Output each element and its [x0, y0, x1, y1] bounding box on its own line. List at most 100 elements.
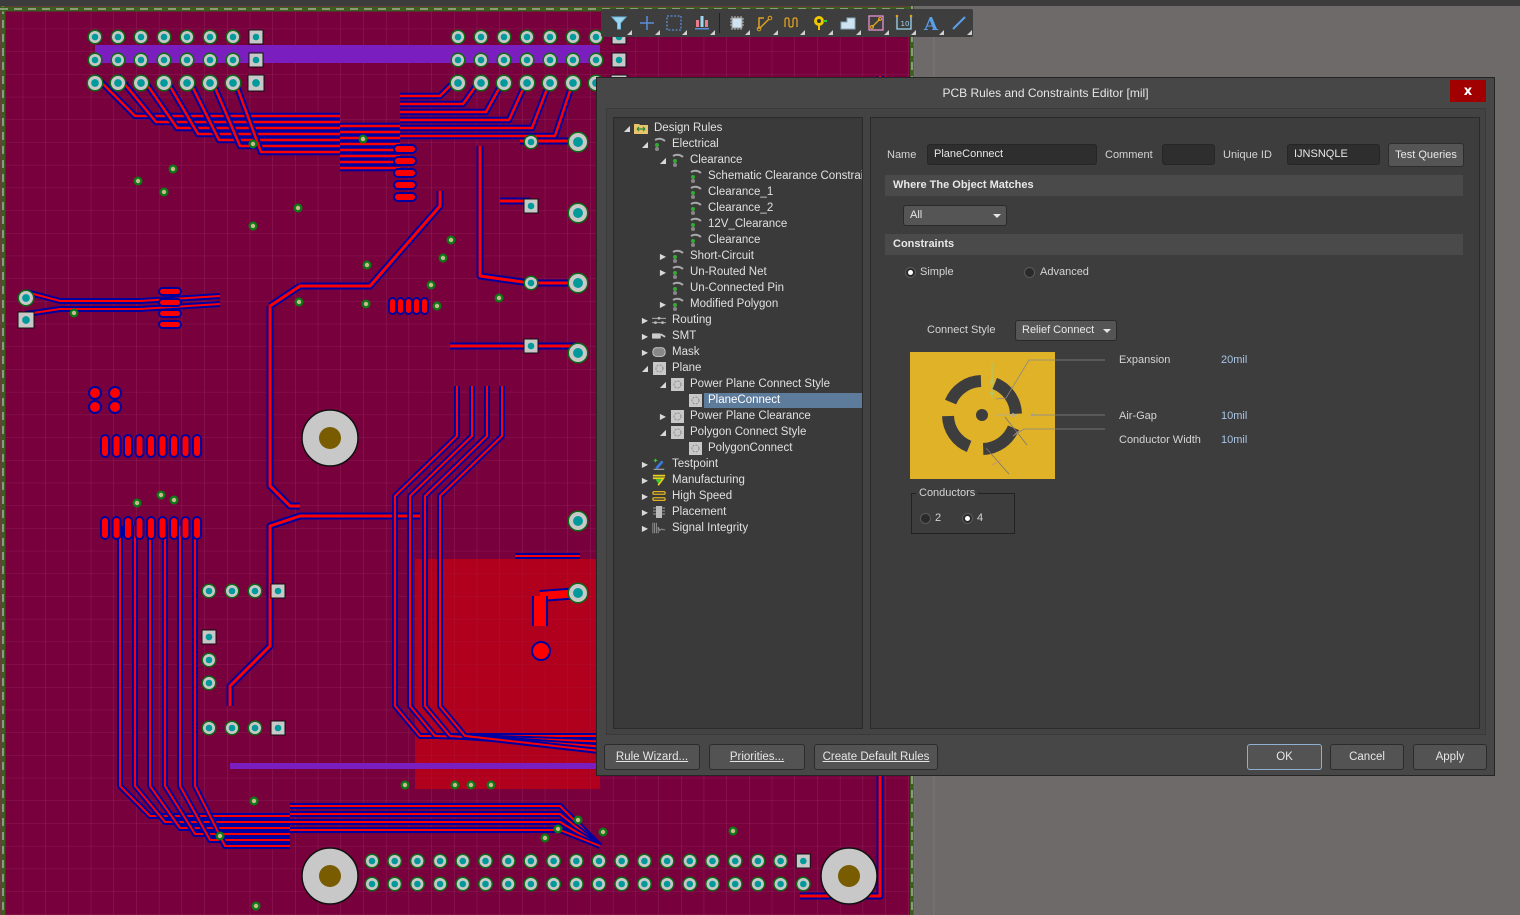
- round-pad[interactable]: [87, 52, 103, 68]
- round-pad[interactable]: [201, 583, 217, 599]
- round-pad[interactable]: [364, 876, 380, 892]
- round-pad[interactable]: [542, 52, 558, 68]
- collapse-arrow-icon[interactable]: ◢: [640, 140, 650, 149]
- via[interactable]: [400, 780, 410, 790]
- tree-item-polygonconnect[interactable]: PolygonConnect: [676, 440, 794, 456]
- tree-item-clearance[interactable]: ◢ Clearance: [658, 152, 744, 168]
- smd-pad[interactable]: [395, 182, 415, 188]
- smd-pad[interactable]: [90, 402, 100, 412]
- collapse-arrow-icon[interactable]: ◢: [640, 364, 650, 373]
- conductor-width-value[interactable]: 10mil: [1221, 434, 1247, 446]
- round-pad[interactable]: [750, 853, 766, 869]
- via[interactable]: [450, 780, 460, 790]
- square-pad[interactable]: [17, 311, 35, 329]
- round-pad[interactable]: [773, 853, 789, 869]
- square-pad[interactable]: [201, 629, 217, 645]
- round-pad[interactable]: [450, 52, 466, 68]
- round-pad[interactable]: [705, 876, 720, 892]
- round-pad[interactable]: [155, 74, 173, 92]
- round-pad[interactable]: [201, 652, 217, 668]
- via[interactable]: [294, 297, 304, 307]
- tree-item-short-circuit[interactable]: ▶ Short-Circuit: [658, 248, 756, 264]
- round-pad[interactable]: [567, 131, 589, 153]
- crosshair-button[interactable]: [633, 10, 661, 36]
- smd-pad[interactable]: [194, 436, 200, 456]
- round-pad[interactable]: [17, 289, 35, 307]
- collapse-arrow-icon[interactable]: ◢: [658, 380, 668, 389]
- via[interactable]: [553, 824, 563, 834]
- rules-tree[interactable]: ◢ Design Rules ◢ Electrical ◢ Clearance Schema…: [613, 117, 863, 729]
- round-pad[interactable]: [109, 74, 127, 92]
- smd-pad[interactable]: [125, 436, 131, 456]
- smd-pad[interactable]: [102, 436, 108, 456]
- expand-arrow-icon[interactable]: ▶: [640, 316, 650, 325]
- round-pad[interactable]: [432, 876, 448, 892]
- round-pad[interactable]: [564, 74, 582, 92]
- round-pad[interactable]: [201, 675, 217, 691]
- expand-arrow-icon[interactable]: ▶: [640, 332, 650, 341]
- round-pad[interactable]: [705, 853, 720, 869]
- smd-pad[interactable]: [182, 436, 189, 456]
- select-rect-button[interactable]: [661, 10, 689, 36]
- component-button[interactable]: [723, 10, 751, 36]
- via[interactable]: [728, 826, 738, 836]
- smd-pad[interactable]: [390, 299, 395, 313]
- round-pad[interactable]: [178, 74, 196, 92]
- via[interactable]: [215, 831, 225, 841]
- smd-pad[interactable]: [171, 518, 177, 538]
- round-pad[interactable]: [473, 52, 489, 68]
- round-pad[interactable]: [682, 876, 698, 892]
- tree-item-smt[interactable]: ▶ SMT: [640, 328, 698, 344]
- via[interactable]: [169, 495, 179, 505]
- round-pad[interactable]: [541, 74, 559, 92]
- comment-input[interactable]: [1162, 144, 1215, 165]
- round-pad[interactable]: [473, 29, 489, 45]
- round-pad[interactable]: [523, 134, 539, 150]
- round-pad[interactable]: [179, 29, 195, 45]
- round-pad[interactable]: [523, 275, 539, 291]
- round-pad[interactable]: [409, 876, 425, 892]
- via[interactable]: [361, 299, 371, 309]
- round-pad[interactable]: [518, 74, 536, 92]
- rule-wizard-button[interactable]: Rule Wizard...: [604, 744, 700, 770]
- round-pad[interactable]: [519, 52, 535, 68]
- smd-pad[interactable]: [406, 299, 411, 313]
- round-pad[interactable]: [495, 74, 513, 92]
- round-pad[interactable]: [636, 853, 652, 869]
- via[interactable]: [168, 164, 178, 174]
- via[interactable]: [432, 301, 442, 311]
- round-pad[interactable]: [614, 876, 630, 892]
- smd-pad[interactable]: [110, 388, 120, 398]
- via[interactable]: [540, 833, 550, 843]
- via[interactable]: [156, 490, 166, 500]
- expand-arrow-icon[interactable]: ▶: [640, 460, 650, 469]
- apply-button[interactable]: Apply: [1413, 744, 1487, 770]
- round-pad[interactable]: [201, 74, 219, 92]
- square-pad[interactable]: [523, 198, 539, 214]
- square-pad[interactable]: [248, 52, 264, 68]
- expand-arrow-icon[interactable]: ▶: [640, 476, 650, 485]
- tree-item-un-connected-pin[interactable]: Un-Connected Pin: [658, 280, 786, 296]
- tree-item-signal-integrity[interactable]: ▶ Signal Integrity: [640, 520, 750, 536]
- round-pad[interactable]: [432, 853, 448, 869]
- round-pad[interactable]: [500, 876, 516, 892]
- expand-arrow-icon[interactable]: ▶: [658, 300, 668, 309]
- polygon-button[interactable]: [834, 10, 862, 36]
- round-pad[interactable]: [225, 52, 241, 68]
- expansion-value[interactable]: 20mil: [1221, 354, 1247, 366]
- via[interactable]: [251, 901, 261, 911]
- via[interactable]: [362, 260, 372, 270]
- round-pad[interactable]: [156, 29, 172, 45]
- round-pad[interactable]: [132, 74, 150, 92]
- via[interactable]: [598, 827, 608, 837]
- round-pad[interactable]: [110, 29, 126, 45]
- smd-pad[interactable]: [398, 299, 403, 313]
- create-default-rules-button[interactable]: Create Default Rules: [814, 744, 938, 770]
- round-pad[interactable]: [727, 853, 743, 869]
- smd-pad[interactable]: [102, 518, 108, 538]
- tree-item-schematic-clearance-constrain[interactable]: Schematic Clearance Constrain: [676, 168, 862, 184]
- expand-arrow-icon[interactable]: ▶: [658, 412, 668, 421]
- smd-pad[interactable]: [395, 158, 415, 164]
- close-button[interactable]: x: [1450, 80, 1486, 102]
- square-pad[interactable]: [795, 853, 811, 869]
